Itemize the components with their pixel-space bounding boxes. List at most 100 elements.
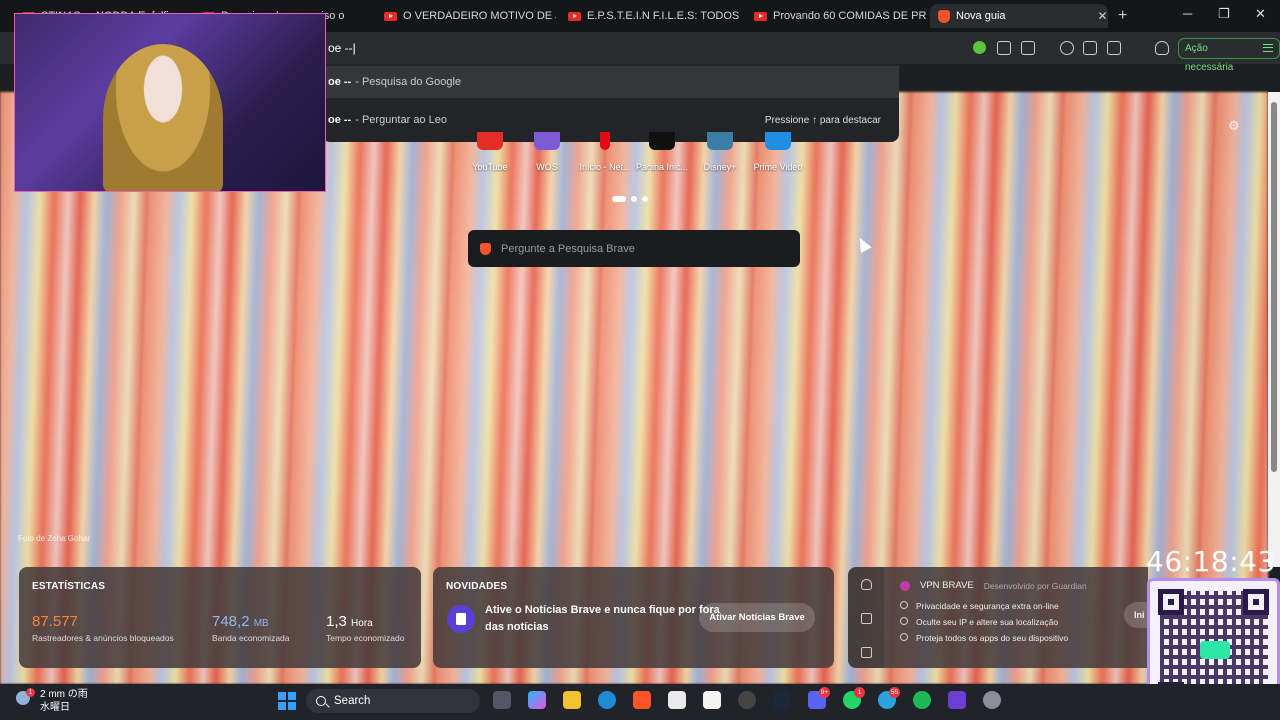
taskbar-search[interactable]: Search [306, 689, 480, 713]
webcam-overlay [14, 13, 326, 192]
stat-label: Banda economizada [212, 633, 290, 643]
new-tab-button[interactable]: + [1118, 7, 1127, 25]
stats-title: ESTATÍSTICAS [32, 581, 106, 592]
vpn-header: VPN BRAVE Desenvolvido por Guardian [900, 580, 1087, 591]
wos-icon [534, 132, 560, 150]
screenshot-icon[interactable] [1021, 41, 1035, 55]
vpn-shield-icon[interactable] [861, 579, 872, 590]
top-site-netflix[interactable]: Início - Net... [575, 132, 635, 172]
tab-label: E.P.S.T.E.I.N F.I.L.E.S: TODOS os SEG [587, 10, 740, 22]
spotify-icon[interactable] [913, 691, 931, 709]
tab-label: O VERDADEIRO MOTIVO DE JET LI [403, 10, 556, 22]
file-explorer-icon[interactable] [563, 691, 581, 709]
extensions-icon[interactable] [997, 41, 1011, 55]
top-site-x[interactable]: Página Inic... [632, 132, 692, 172]
scrollbar-thumb[interactable] [1271, 102, 1277, 472]
qr-center-logo [1200, 641, 1230, 659]
vpn-feature: Proteja todos os apps do seu dispositivo [900, 633, 1068, 643]
x-icon [649, 132, 675, 150]
stat-time: 1,3 Hora Tempo economizado [326, 613, 404, 643]
stat-bandwidth: 748,2 MB Banda economizada [212, 613, 290, 643]
top-site-youtube[interactable]: YouTube [460, 132, 520, 172]
sidebar-icon[interactable] [1083, 41, 1097, 55]
action-needed-button[interactable]: Ação necessária [1178, 38, 1280, 73]
restore-button[interactable]: ❐ [1218, 6, 1230, 22]
top-site-label: Início - Net... [579, 162, 631, 172]
notes-icon[interactable] [703, 691, 721, 709]
whatsapp-badge: 1 [854, 687, 865, 698]
discord-badge: 9+ [819, 687, 830, 698]
vpn-logo-icon [900, 580, 910, 591]
steam-icon[interactable] [773, 691, 791, 709]
tab-4[interactable]: E.P.S.T.E.I.N F.I.L.E.S: TODOS os SEG [560, 4, 740, 28]
news-icon [447, 605, 475, 633]
tab-label: Provando 60 COMIDAS DE PRAIA [773, 10, 926, 22]
brave-search-input[interactable]: Pergunte a Pesquisa Brave [468, 230, 800, 267]
netflix-icon [600, 132, 610, 150]
tab-5[interactable]: Provando 60 COMIDAS DE PRAIA [746, 4, 926, 28]
weather-line-2: 水曜日 [40, 702, 70, 713]
store-icon[interactable] [668, 691, 686, 709]
card-icon[interactable] [861, 647, 872, 658]
taskbar-search-label: Search [334, 695, 371, 707]
widget-switcher [848, 567, 884, 668]
tab-label: Nova guia [956, 10, 1006, 22]
edge-icon[interactable] [598, 691, 616, 709]
qr-finder [1243, 589, 1269, 615]
brave-icon[interactable] [633, 691, 651, 709]
suggestion-source: - Perguntar ao Leo [355, 114, 447, 126]
copilot-icon[interactable] [528, 691, 546, 709]
github-icon[interactable] [738, 691, 756, 709]
top-site-wos[interactable]: WOS [517, 132, 577, 172]
vpn-feature: Privacidade e segurança extra on-line [900, 601, 1059, 611]
news-title: NOVIDADES [446, 581, 508, 592]
windows-start-icon[interactable] [278, 692, 296, 710]
page-dot[interactable] [642, 196, 648, 202]
tab-active-new-tab[interactable]: Nova guia ✕ [930, 4, 1108, 28]
suggestion-google[interactable]: oe -- - Pesquisa do Google [322, 66, 899, 98]
stat-value: 748,2 [212, 613, 250, 630]
search-placeholder: Pergunte a Pesquisa Brave [501, 242, 635, 255]
qr-finder [1158, 589, 1184, 615]
task-view-icon[interactable] [493, 691, 511, 709]
weather-widget[interactable]: 1 2 mm の雨 水曜日 [16, 688, 88, 714]
top-site-label: YouTube [472, 162, 508, 172]
top-site-label: Prime Video [753, 162, 803, 172]
vpn-developer: Desenvolvido por Guardian [983, 580, 1087, 591]
top-site-label: Página Inic... [635, 162, 689, 172]
settings-gear-icon[interactable] [983, 691, 1001, 709]
youtube-icon [477, 132, 503, 150]
vpn-shield-icon[interactable] [1155, 41, 1169, 55]
youtube-icon [568, 11, 581, 21]
wallet-icon[interactable] [1107, 41, 1121, 55]
suggestion-hint: Pressione ↑ para destacar [764, 114, 881, 126]
gear-icon[interactable]: ⚙ [1228, 118, 1240, 134]
page-dot[interactable] [631, 196, 637, 202]
disney-icon [707, 132, 733, 150]
top-site-prime-video[interactable]: Prime Video [748, 132, 808, 172]
extension-status-icon[interactable] [973, 41, 986, 54]
vpn-feature: Oculte seu IP e altere sua localização [900, 617, 1058, 627]
top-sites-pager[interactable] [612, 196, 648, 202]
address-input[interactable]: oe --| [328, 41, 356, 55]
youtube-icon [384, 11, 397, 21]
close-window-button[interactable]: ✕ [1255, 6, 1266, 22]
page-dot[interactable] [612, 196, 626, 202]
suggestion-query: oe -- [328, 114, 352, 126]
music-icon[interactable] [1060, 41, 1074, 55]
search-icon [316, 696, 326, 706]
minimize-button[interactable]: ─ [1183, 6, 1192, 21]
tab-3[interactable]: O VERDADEIRO MOTIVO DE JET LI [376, 4, 556, 28]
stream-timer: 46:18:43 [1146, 545, 1276, 578]
stat-trackers: 87.577 Rastreadores & anúncios bloqueado… [32, 613, 174, 643]
alert-icon[interactable] [861, 613, 872, 624]
close-tab-icon[interactable]: ✕ [1098, 9, 1108, 23]
enable-news-button[interactable]: Ativar Notícias Brave [699, 603, 815, 632]
scrollbar[interactable] [1268, 92, 1280, 567]
app-icon[interactable] [948, 691, 966, 709]
photo-credit[interactable]: Foto de Zoha Gohar [18, 534, 90, 543]
top-site-disney[interactable]: Disney+ [690, 132, 750, 172]
stats-card: ESTATÍSTICAS 87.577 Rastreadores & anúnc… [19, 567, 421, 668]
news-card: NOVIDADES Ative o Notícias Brave e nunca… [433, 567, 834, 668]
brave-lion-icon [938, 9, 950, 23]
